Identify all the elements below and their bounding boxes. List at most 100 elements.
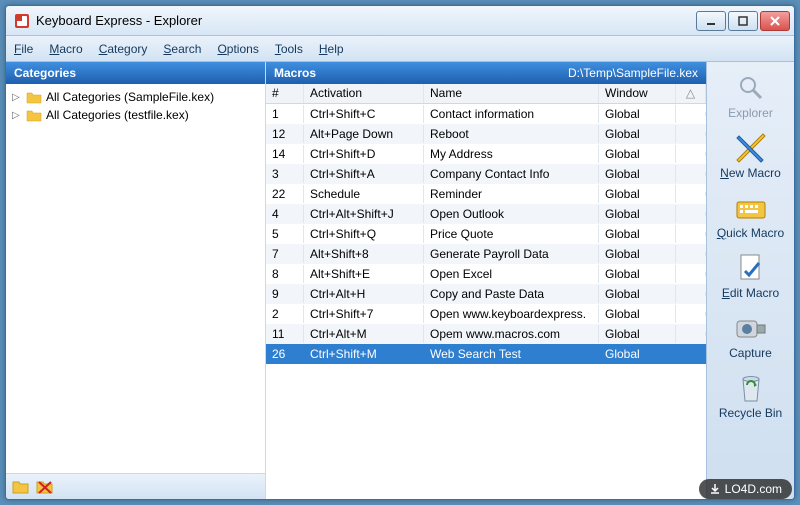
watermark-text: LO4D.com [725, 482, 782, 496]
cell-activation: Ctrl+Shift+M [304, 345, 424, 363]
watermark: LO4D.com [699, 479, 792, 499]
table-row[interactable]: 8Alt+Shift+EOpen ExcelGlobal [266, 264, 706, 284]
grid-header: # Activation Name Window △ [266, 84, 706, 104]
recycle-bin-button[interactable]: Recycle Bin [711, 368, 791, 424]
new-macro-button[interactable]: New Macro [711, 128, 791, 184]
toolbar-label: New Macro [720, 166, 781, 180]
edit-macro-button[interactable]: Edit Macro [711, 248, 791, 304]
maximize-button[interactable] [728, 11, 758, 31]
camera-icon [735, 312, 767, 344]
menu-macro[interactable]: Macro [49, 42, 82, 56]
cell-empty [676, 292, 706, 296]
cell-num: 1 [266, 105, 304, 123]
quick-macro-button[interactable]: Quick Macro [711, 188, 791, 244]
menubar: File Macro Category Search Options Tools… [6, 36, 794, 62]
column-number[interactable]: # [266, 84, 304, 103]
cell-activation: Ctrl+Shift+Q [304, 225, 424, 243]
column-window[interactable]: Window [599, 84, 676, 103]
menu-options[interactable]: Options [217, 42, 258, 56]
grid-body[interactable]: 1Ctrl+Shift+CContact informationGlobal12… [266, 104, 706, 499]
cell-num: 11 [266, 325, 304, 343]
cell-empty [676, 132, 706, 136]
table-row[interactable]: 7Alt+Shift+8Generate Payroll DataGlobal [266, 244, 706, 264]
cell-window: Global [599, 185, 676, 203]
explorer-button[interactable]: Explorer [711, 68, 791, 124]
cell-name: Contact information [424, 105, 599, 123]
cell-name: Open www.keyboardexpress. [424, 305, 599, 323]
cell-num: 12 [266, 125, 304, 143]
table-row[interactable]: 12Alt+Page DownRebootGlobal [266, 124, 706, 144]
macros-panel: Macros D:\Temp\SampleFile.kex # Activati… [266, 62, 706, 499]
cell-name: Open Outlook [424, 205, 599, 223]
table-row[interactable]: 9Ctrl+Alt+HCopy and Paste DataGlobal [266, 284, 706, 304]
cell-name: Copy and Paste Data [424, 285, 599, 303]
table-row[interactable]: 4Ctrl+Alt+Shift+JOpen OutlookGlobal [266, 204, 706, 224]
menu-search[interactable]: Search [163, 42, 201, 56]
cell-activation: Ctrl+Shift+D [304, 145, 424, 163]
table-row[interactable]: 2Ctrl+Shift+7Open www.keyboardexpress.Gl… [266, 304, 706, 324]
cell-num: 7 [266, 245, 304, 263]
cell-name: Generate Payroll Data [424, 245, 599, 263]
minimize-button[interactable] [696, 11, 726, 31]
menu-file[interactable]: File [14, 42, 33, 56]
categories-header: Categories [6, 62, 265, 84]
table-row[interactable]: 5Ctrl+Shift+QPrice QuoteGlobal [266, 224, 706, 244]
cell-num: 2 [266, 305, 304, 323]
column-sort-indicator[interactable]: △ [676, 84, 706, 103]
cell-empty [676, 252, 706, 256]
cell-empty [676, 332, 706, 336]
cell-window: Global [599, 265, 676, 283]
toolbar-label: Recycle Bin [719, 406, 782, 420]
magnifier-icon [735, 72, 767, 104]
table-row[interactable]: 1Ctrl+Shift+CContact informationGlobal [266, 104, 706, 124]
toolbar-label: Edit Macro [722, 286, 779, 300]
tree-item[interactable]: ▷ All Categories (testfile.kex) [8, 106, 263, 124]
cell-empty [676, 352, 706, 356]
cell-window: Global [599, 245, 676, 263]
cell-num: 9 [266, 285, 304, 303]
new-folder-icon[interactable] [12, 479, 30, 495]
cell-num: 8 [266, 265, 304, 283]
cell-name: Open Excel [424, 265, 599, 283]
close-button[interactable] [760, 11, 790, 31]
cell-name: Web Search Test [424, 345, 599, 363]
categories-header-label: Categories [14, 66, 76, 80]
delete-folder-icon[interactable] [36, 479, 54, 495]
table-row[interactable]: 11Ctrl+Alt+MOpem www.macros.comGlobal [266, 324, 706, 344]
table-row[interactable]: 3Ctrl+Shift+ACompany Contact InfoGlobal [266, 164, 706, 184]
menu-help[interactable]: Help [319, 42, 344, 56]
macros-header-label: Macros [274, 66, 316, 80]
cell-num: 14 [266, 145, 304, 163]
cell-window: Global [599, 145, 676, 163]
cell-activation: Ctrl+Shift+C [304, 105, 424, 123]
categories-tree[interactable]: ▷ All Categories (SampleFile.kex) ▷ All … [6, 84, 265, 473]
window-controls [696, 11, 790, 31]
cell-name: Company Contact Info [424, 165, 599, 183]
cell-empty [676, 172, 706, 176]
capture-button[interactable]: Capture [711, 308, 791, 364]
menu-tools[interactable]: Tools [275, 42, 303, 56]
table-row[interactable]: 14Ctrl+Shift+DMy AddressGlobal [266, 144, 706, 164]
table-row[interactable]: 22ScheduleReminderGlobal [266, 184, 706, 204]
column-name[interactable]: Name [424, 84, 599, 103]
tree-item-label: All Categories (testfile.kex) [46, 108, 189, 122]
tree-item-label: All Categories (SampleFile.kex) [46, 90, 214, 104]
column-activation[interactable]: Activation [304, 84, 424, 103]
expand-icon[interactable]: ▷ [12, 92, 22, 103]
cell-window: Global [599, 205, 676, 223]
cell-activation: Ctrl+Shift+A [304, 165, 424, 183]
cell-name: Opem www.macros.com [424, 325, 599, 343]
menu-category[interactable]: Category [99, 42, 148, 56]
tree-item[interactable]: ▷ All Categories (SampleFile.kex) [8, 88, 263, 106]
window-title: Keyboard Express - Explorer [36, 13, 696, 28]
table-row[interactable]: 26Ctrl+Shift+MWeb Search TestGlobal [266, 344, 706, 364]
cell-empty [676, 212, 706, 216]
toolbar-label: Capture [729, 346, 772, 360]
expand-icon[interactable]: ▷ [12, 110, 22, 121]
titlebar[interactable]: Keyboard Express - Explorer [6, 6, 794, 36]
cell-activation: Alt+Shift+8 [304, 245, 424, 263]
recycle-bin-icon [735, 372, 767, 404]
app-window: Keyboard Express - Explorer File Macro C… [5, 5, 795, 500]
cell-empty [676, 272, 706, 276]
cell-activation: Ctrl+Alt+Shift+J [304, 205, 424, 223]
